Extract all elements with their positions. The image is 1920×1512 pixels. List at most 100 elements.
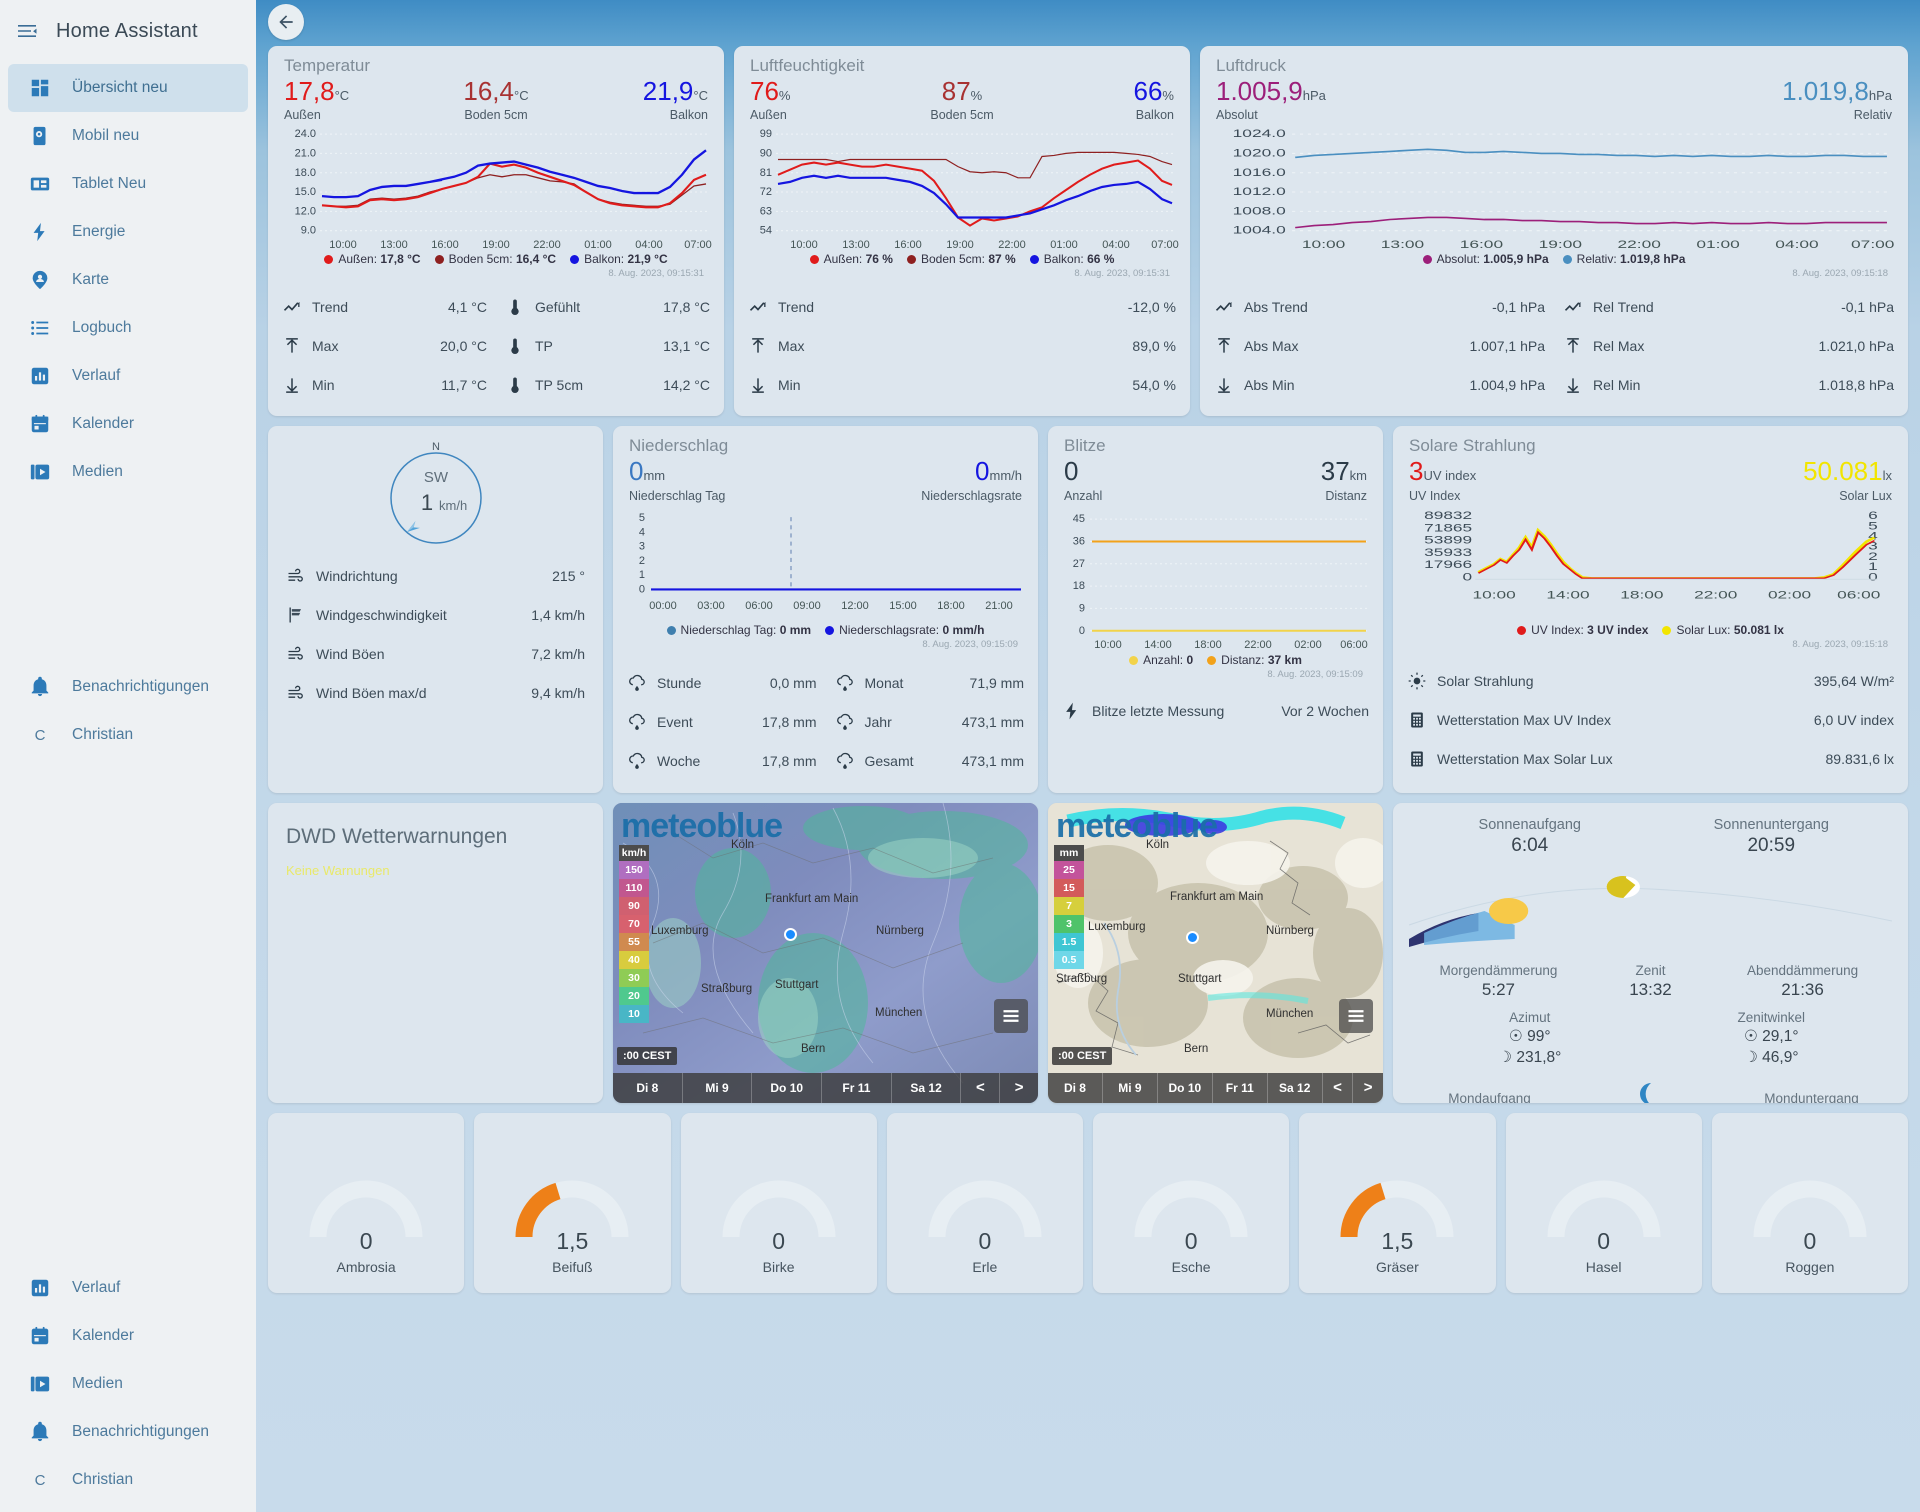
sidebar-item-label: Christian	[72, 726, 134, 743]
sidebar-item-uebersicht-neu[interactable]: Übersicht neu	[8, 64, 248, 112]
precipitation-values: 0mm Niederschlag Tag 0mm/h Niederschlags…	[613, 458, 1038, 503]
sunset-block: Sonnenuntergang 20:59	[1713, 816, 1829, 856]
sidebar-item-kalender[interactable]: Kalender	[8, 400, 248, 448]
svg-text:2: 2	[639, 554, 645, 566]
sidebar-item-medien-bottom[interactable]: Medien	[8, 1360, 248, 1408]
map-day-tab[interactable]: Sa 12	[1266, 1072, 1322, 1103]
svg-text:22:00: 22:00	[533, 239, 561, 250]
svg-text:14:00: 14:00	[1546, 589, 1589, 601]
svg-text:16:00: 16:00	[1460, 239, 1503, 250]
card-niederschlag[interactable]: Niederschlag 0mm Niederschlag Tag 0mm/h …	[613, 426, 1038, 793]
value-block: 37km Distanz	[1320, 456, 1367, 503]
hamburger-icon[interactable]	[1339, 998, 1373, 1033]
sidebar-item-label: Karte	[72, 271, 110, 288]
gauge-beifuss[interactable]: 1,5 Beifuß	[474, 1112, 671, 1293]
detail-row: Abs Trend -0,1 hPa	[1214, 287, 1545, 326]
legend-item: Außen: 76 %	[809, 252, 893, 266]
map-day-tab[interactable]: Fr 11	[1211, 1072, 1267, 1103]
sidebar-item-verlauf[interactable]: Verlauf	[8, 352, 248, 400]
detail-row: Trend 4,1 °C	[282, 287, 487, 326]
sidebar-item-medien[interactable]: Medien	[8, 448, 248, 496]
map-day-selector[interactable]: Di 8 Mi 9 Do 10 Fr 11 Sa 12 < >	[1048, 1072, 1383, 1103]
lightning-bolt-icon	[28, 220, 52, 244]
azimuth-moon: ☽ 231,8°	[1498, 1048, 1562, 1066]
gauge-graeser[interactable]: 1,5 Gräser	[1299, 1112, 1496, 1293]
card-luftdruck[interactable]: Luftdruck 1.005,9hPa Absolut 1.019,8hPa …	[1200, 46, 1908, 417]
sidebar-nav: Übersicht neu Mobil neu Tablet Neu Energ…	[0, 62, 256, 496]
sidebar-item-tablet-neu[interactable]: Tablet Neu	[8, 160, 248, 208]
gauge-birke[interactable]: 0 Birke	[680, 1112, 877, 1293]
card-wind[interactable]: N SW 1 km/h Windrichtung 215 ° Windgesch…	[268, 426, 603, 793]
row-measurements: Temperatur 17,8°C Außen 16,4°C Boden 5cm…	[268, 46, 1908, 417]
sidebar-item-label: Benachrichtigungen	[72, 678, 210, 695]
card-sonne-mond[interactable]: Sonnenaufgang 6:04 Sonnenuntergang 20:59	[1393, 802, 1908, 1103]
map-day-tab[interactable]: Mi 9	[1101, 1072, 1157, 1103]
map-day-selector[interactable]: Di 8 Mi 9 Do 10 Fr 11 Sa 12 < >	[613, 1072, 1038, 1103]
gauge-text: 1,5 Gräser	[1375, 1227, 1419, 1275]
hamburger-icon[interactable]	[994, 998, 1028, 1033]
chart-legend: Niederschlag Tag: 0 mm Niederschlagsrate…	[623, 621, 1028, 637]
sidebar-item-karte[interactable]: Karte	[8, 256, 248, 304]
sidebar-item-logbuch[interactable]: Logbuch	[8, 304, 248, 352]
svg-text:13:00: 13:00	[842, 239, 870, 250]
card-map-wind[interactable]: meteoblue km/h 150 110 90 70 55 40 30 20…	[613, 802, 1038, 1103]
value-block: 0 Anzahl	[1064, 456, 1103, 503]
card-solare-strahlung[interactable]: Solare Strahlung 3UV index UV Index 50.0…	[1393, 426, 1908, 793]
menu-collapse-icon[interactable]	[14, 18, 40, 44]
card-luftfeuchtigkeit[interactable]: Luftfeuchtigkeit 76% Außen 87% Boden 5cm…	[734, 46, 1190, 417]
sidebar-item-christian-bottom[interactable]: C Christian	[8, 1456, 248, 1504]
weather-pouring-icon	[627, 712, 657, 732]
app-root: Home Assistant Übersicht neu Mobil neu T…	[0, 0, 1920, 1512]
card-map-rain[interactable]: meteoblue mm 25 15 7 3 1.5 0.5 Köln Fran…	[1048, 802, 1383, 1103]
sidebar-item-verlauf-bottom[interactable]: Verlauf	[8, 1264, 248, 1312]
moon-phase-icon	[1639, 1082, 1651, 1103]
detail-row: Gefühlt 17,8 °C	[505, 287, 710, 326]
svg-text:10:00: 10:00	[790, 239, 818, 250]
gauge-ambrosia[interactable]: 0 Ambrosia	[268, 1112, 465, 1293]
sidebar-item-christian[interactable]: C Christian	[8, 711, 248, 759]
map-day-tab[interactable]: Do 10	[1156, 1072, 1212, 1103]
gauge-roggen[interactable]: 0 Roggen	[1711, 1112, 1908, 1293]
wind-scale-legend: km/h 150 110 90 70 55 40 30 20 10	[619, 844, 649, 1023]
arrow-down-bar-icon	[1214, 375, 1244, 395]
map-next-button[interactable]: >	[1352, 1072, 1383, 1103]
map-day-tab[interactable]: Sa 12	[890, 1072, 961, 1103]
svg-text:06:00: 06:00	[745, 599, 773, 611]
map-prev-button[interactable]: <	[1321, 1072, 1353, 1103]
calendar-icon	[28, 1324, 52, 1348]
map-day-tab[interactable]: Di 8	[1048, 1073, 1102, 1103]
gauge-text: 0 Ambrosia	[336, 1227, 396, 1275]
cellphone-cog-icon	[28, 124, 52, 148]
chart-timestamp: 8. Aug. 2023, 09:15:18	[1792, 638, 1888, 650]
card-temperatur[interactable]: Temperatur 17,8°C Außen 16,4°C Boden 5cm…	[268, 46, 724, 417]
legend-item: Relativ: 1.019,8 hPa	[1562, 252, 1685, 266]
sidebar-item-benachrichtigungen[interactable]: Benachrichtigungen	[8, 663, 248, 711]
sidebar-item-energie[interactable]: Energie	[8, 208, 248, 256]
map-next-button[interactable]: >	[999, 1072, 1038, 1103]
chart-timestamp: 8. Aug. 2023, 09:15:31	[608, 268, 704, 280]
sidebar-item-benachrichtigungen-bottom[interactable]: Benachrichtigungen	[8, 1408, 248, 1456]
weather-pouring-icon	[835, 673, 865, 693]
card-dwd-wetterwarnungen[interactable]: DWD Wetterwarnungen Keine Warnungen	[268, 802, 603, 1103]
chart-timestamp: 8. Aug. 2023, 09:15:09	[1267, 668, 1363, 680]
map-day-tab[interactable]: Fr 11	[821, 1072, 891, 1103]
sidebar-item-kalender-bottom[interactable]: Kalender	[8, 1312, 248, 1360]
svg-text:01:00: 01:00	[1050, 239, 1078, 250]
map-day-tab[interactable]: Di 8	[613, 1073, 682, 1103]
map-day-tab[interactable]: Mi 9	[681, 1072, 752, 1103]
gauge-erle[interactable]: 0 Erle	[886, 1112, 1083, 1293]
arrow-left-icon[interactable]	[268, 4, 304, 40]
svg-text:72: 72	[760, 186, 772, 198]
svg-text:18:00: 18:00	[1194, 638, 1221, 650]
map-day-tab[interactable]: Do 10	[751, 1072, 821, 1103]
gauge-esche[interactable]: 0 Esche	[1093, 1112, 1290, 1293]
lightning-chart: 45 36 27 18 9 0 10:00 14:00 18:00 22:00	[1048, 503, 1383, 684]
sidebar-item-mobil-neu[interactable]: Mobil neu	[8, 112, 248, 160]
legend-item: Boden 5cm: 87 %	[906, 252, 1016, 266]
map-prev-button[interactable]: <	[960, 1072, 999, 1103]
card-blitze[interactable]: Blitze 0 Anzahl 37km Distanz 45 36 27 18…	[1048, 426, 1383, 793]
tablet-dashboard-icon	[28, 172, 52, 196]
gauge-hasel[interactable]: 0 Hasel	[1505, 1112, 1702, 1293]
calendar-icon	[28, 412, 52, 436]
weather-windy-icon	[286, 566, 316, 586]
